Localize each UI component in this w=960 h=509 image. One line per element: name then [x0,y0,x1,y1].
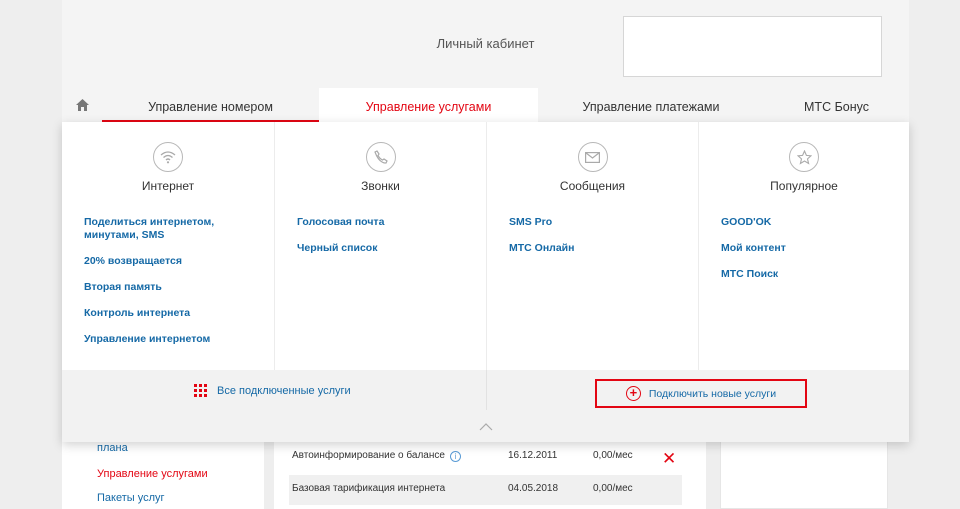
sidebar-item-service-management[interactable]: Управление услугами [97,468,208,480]
sidebar: плана Управление услугами Пакеты услуг [62,442,264,509]
link-internet-management[interactable]: Управление интернетом [84,333,262,346]
nav-tab-mts-bonus[interactable]: МТС Бонус [764,88,909,122]
menu-column-popular: Популярное GOOD'OK Мой контент МТС Поиск [698,122,909,370]
all-services-label: Все подключенные услуги [217,384,351,397]
link-mts-online[interactable]: МТС Онлайн [509,242,686,255]
service-price: 0,00/мес [593,483,633,494]
all-connected-services-link[interactable]: Все подключенные услуги [194,384,351,397]
home-icon [75,99,89,111]
grid-icon [194,384,207,397]
column-links: GOOD'OK Мой контент МТС Поиск [721,216,897,294]
table-row: Базовая тарификация интернета 04.05.2018… [289,475,682,505]
service-date: 04.05.2018 [508,483,559,494]
remove-icon[interactable]: ✕ [662,450,676,467]
service-name: Базовая тарификация интернета [292,483,446,494]
main-nav: Управление номером Управление услугами У… [62,88,909,122]
nav-tab-service-management[interactable]: Управление услугами [319,88,538,122]
services-table: Автоинформирование о балансе i 16.12.2011… [274,442,706,509]
link-share-internet[interactable]: Поделиться интернетом, минутами, SMS [84,216,262,242]
phone-icon [365,142,396,172]
link-voicemail[interactable]: Голосовая почта [297,216,474,229]
column-title: Сообщения [559,179,626,193]
services-dropdown-menu: Интернет Поделиться интернетом, минутами… [62,122,909,442]
connect-new-services-button[interactable]: + Подключить новые услуги [595,379,807,408]
link-goodok[interactable]: GOOD'OK [721,216,897,229]
column-links: Поделиться интернетом, минутами, SMS 20%… [84,216,262,359]
nav-tab-payment-management[interactable]: Управление платежами [538,88,764,122]
service-price: 0,00/мес [593,450,633,461]
nav-home[interactable] [62,88,102,122]
nav-tab-number-management[interactable]: Управление номером [102,88,319,122]
menu-column-calls: Звонки Голосовая почта Черный список [274,122,486,370]
link-my-content[interactable]: Мой контент [721,242,897,255]
star-icon [789,142,819,172]
menu-column-messages: Сообщения SMS Pro МТС Онлайн [486,122,698,370]
plus-circle-icon: + [625,386,641,401]
column-links: SMS Pro МТС Онлайн [509,216,686,268]
connect-new-label: Подключить новые услуги [648,387,777,400]
link-internet-control[interactable]: Контроль интернета [84,307,262,320]
link-mts-search[interactable]: МТС Поиск [721,268,897,281]
header: Личный кабинет [62,0,909,88]
service-date: 16.12.2011 [508,450,558,461]
service-name: Автоинформирование о балансе i [292,450,461,462]
sidebar-item-service-packages[interactable]: Пакеты услуг [97,492,165,504]
menu-column-internet: Интернет Поделиться интернетом, минутами… [62,122,274,370]
sidebar-item-plan[interactable]: плана [97,442,128,454]
footer-divider [486,370,487,410]
right-panel [720,442,888,509]
column-links: Голосовая почта Черный список [297,216,474,268]
chevron-up-icon[interactable] [479,423,493,431]
link-second-memory[interactable]: Вторая память [84,281,262,294]
link-20-percent-back[interactable]: 20% возвращается [84,255,262,268]
column-title: Звонки [361,179,400,193]
column-title: Интернет [141,179,195,193]
link-blacklist[interactable]: Черный список [297,242,474,255]
info-icon[interactable]: i [449,451,461,462]
dropdown-footer: Все подключенные услуги + Подключить нов… [62,370,909,442]
service-name-text: Автоинформирование о балансе [292,450,445,461]
header-widget-box [623,16,882,77]
envelope-icon [577,142,608,172]
column-title: Популярное [770,179,838,193]
wifi-icon [153,142,183,172]
link-sms-pro[interactable]: SMS Pro [509,216,686,229]
table-row: Автоинформирование о балансе i 16.12.2011… [289,442,682,472]
